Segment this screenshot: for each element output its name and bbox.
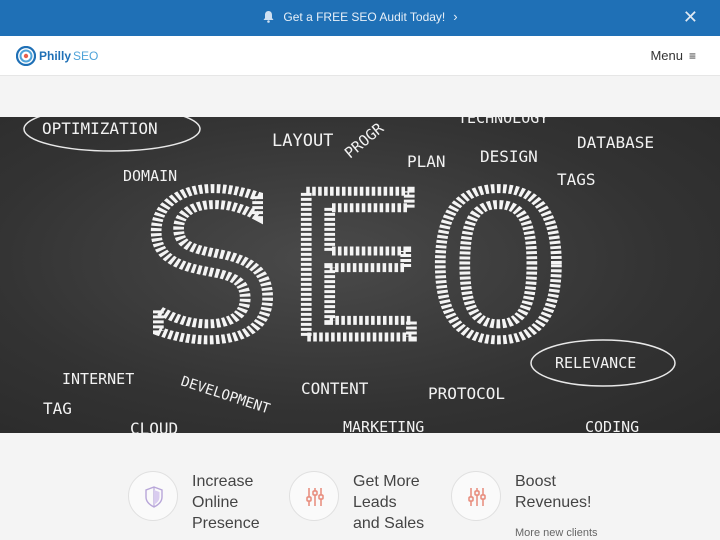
hero-image: OPTIMIZATION LAYOUT PROGR TECHNOLOGY DAT…: [0, 117, 720, 433]
shield-icon: [145, 486, 163, 508]
word-optimization: OPTIMIZATION: [42, 119, 158, 138]
promo-link[interactable]: Get a FREE SEO Audit Today! ›: [0, 9, 720, 26]
word-layout: LAYOUT: [272, 131, 333, 151]
word-seo: SEO: [140, 152, 570, 385]
word-relevance: RELEVANCE: [555, 354, 636, 372]
feature-title: Increase Online Presence: [192, 473, 260, 532]
menu-button[interactable]: Menu ≡: [650, 48, 696, 63]
feature-icon-circle: [451, 471, 501, 521]
word-protocol: PROTOCOL: [428, 384, 505, 403]
logo-name: Philly: [39, 49, 72, 63]
promo-text: Get a FREE SEO Audit Today!: [283, 10, 446, 24]
target-logo-icon: [16, 46, 36, 66]
site-logo[interactable]: Philly SEO: [16, 46, 98, 66]
features-section: Increase Online Presence Get More Leads …: [0, 433, 720, 540]
word-database: DATABASE: [577, 133, 654, 152]
feature-icon-circle: [289, 471, 339, 521]
menu-label: Menu: [650, 48, 683, 63]
word-tag: TAG: [43, 399, 72, 418]
sliders-icon: [468, 488, 486, 506]
sliders-icon: [306, 488, 324, 506]
promo-bar[interactable]: Get a FREE SEO Audit Today! › ✕: [0, 0, 720, 36]
feature-icon-circle: [128, 471, 178, 521]
close-icon[interactable]: ✕: [683, 7, 698, 28]
feature-subtext: More new clients: [515, 527, 598, 539]
feature-title: Get More Leads and Sales: [353, 473, 425, 532]
word-technology: TECHNOLOGY: [458, 117, 548, 127]
logo-suffix: SEO: [73, 49, 99, 63]
word-coding: CODING: [585, 418, 639, 433]
site-header: Philly SEO Menu ≡: [0, 36, 720, 76]
word-internet: INTERNET: [62, 370, 134, 388]
word-marketing: MARKETING: [343, 418, 424, 433]
bell-icon: [262, 10, 275, 26]
hamburger-icon: ≡: [688, 49, 696, 63]
word-cloud: CLOUD: [130, 419, 178, 433]
chevron-right-icon: ›: [453, 9, 458, 24]
word-content: CONTENT: [301, 379, 369, 398]
feature-title: Boost Revenues!: [515, 473, 592, 511]
